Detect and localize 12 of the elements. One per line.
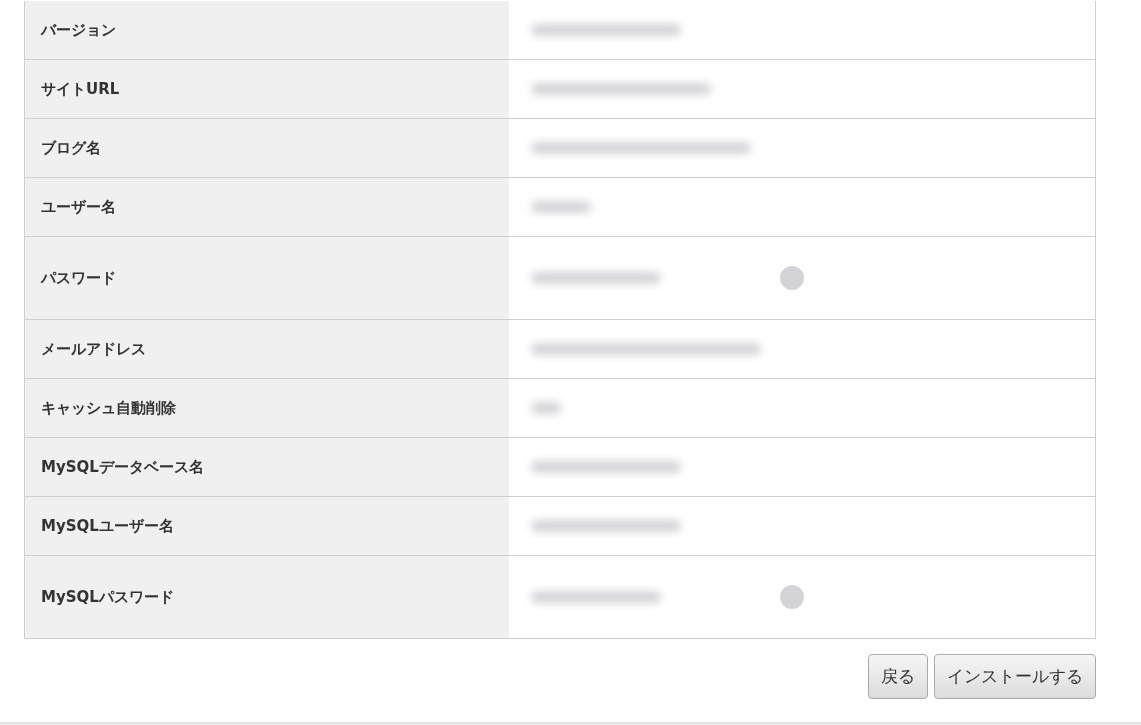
back-button[interactable]: 戻る [868, 654, 928, 699]
field-label: ユーザー名 [41, 196, 116, 218]
field-label: MySQLユーザー名 [41, 515, 174, 537]
field-label: サイトURL [41, 78, 120, 100]
field-label: パスワード [41, 267, 116, 289]
field-label: ブログ名 [41, 137, 101, 159]
field-label: MySQLデータベース名 [41, 456, 204, 478]
field-label: MySQLパスワード [41, 586, 174, 608]
install-button[interactable]: インストールする [934, 654, 1096, 699]
field-label: メールアドレス [41, 338, 146, 360]
field-label: キャッシュ自動削除 [41, 397, 176, 419]
field-label: バージョン [41, 19, 116, 41]
